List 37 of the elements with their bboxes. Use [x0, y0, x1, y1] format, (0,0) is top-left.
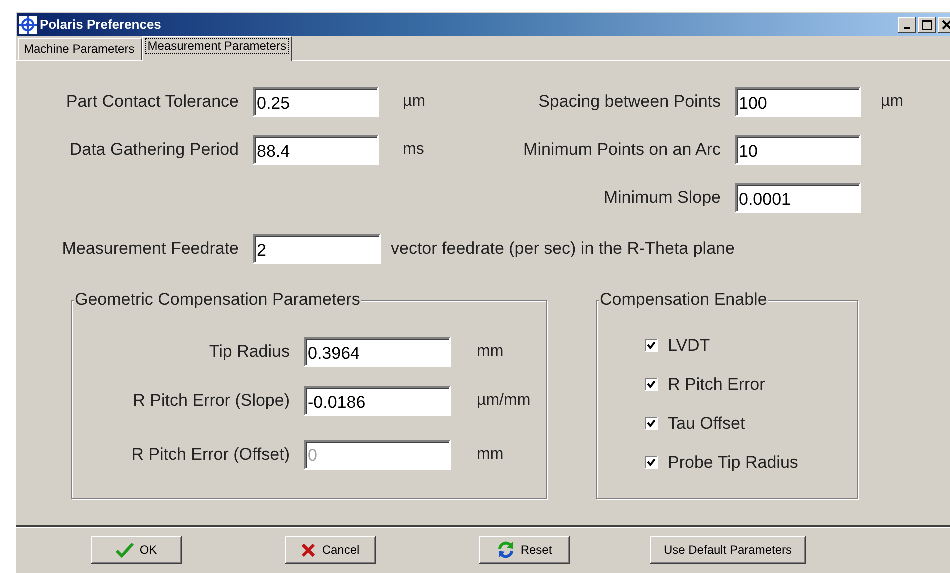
field-label: R Pitch Error (Slope)	[132, 391, 291, 411]
input-field[interactable]: 88.4	[253, 135, 379, 165]
default-button[interactable]: Use Default Parameters	[650, 536, 806, 564]
group-title: Geometric Compensation Parameters	[74, 290, 362, 310]
checkbox-label: LVDT	[668, 336, 710, 356]
cancel-button[interactable]: Cancel	[285, 536, 376, 564]
checkbox-label: Probe Tip Radius	[668, 452, 798, 472]
window-title: Polaris Preferences	[40, 17, 162, 32]
field-label: Minimum Slope	[602, 188, 722, 208]
unit-label: µm	[880, 93, 905, 111]
unit-label: µm/mm	[476, 392, 532, 410]
tab[interactable]: Measurement Parameters	[142, 36, 292, 61]
field-label: Minimum Points on an Arc	[522, 140, 722, 160]
input-field[interactable]: 10	[735, 135, 861, 165]
field-label: R Pitch Error (Offset)	[130, 444, 291, 464]
group-title: Compensation Enable	[599, 290, 768, 310]
tab[interactable]: Machine Parameters	[18, 38, 142, 60]
input-field[interactable]: 100	[735, 87, 861, 117]
field-note: vector feedrate (per sec) in the R-Theta plane	[391, 239, 735, 259]
input-field[interactable]: -0.0186	[304, 386, 451, 416]
input-field[interactable]: 0.0001	[735, 183, 861, 213]
field-label: Spacing between Points	[538, 92, 722, 112]
field-label: Measurement Feedrate	[61, 239, 240, 259]
input-field[interactable]: 0.25	[253, 87, 379, 117]
unit-label: ms	[402, 141, 426, 159]
input-field[interactable]: 2	[253, 234, 381, 264]
unit-label: mm	[476, 343, 505, 361]
field-label: Data Gathering Period	[68, 140, 240, 160]
checkbox-label: Tau Offset	[668, 414, 746, 434]
reset-button[interactable]: Reset	[479, 536, 570, 564]
checkbox-label: R Pitch Error	[668, 374, 766, 394]
field-label: Tip Radius	[208, 342, 291, 362]
unit-label: µm	[402, 93, 427, 111]
input-field[interactable]: 0.3964	[304, 337, 451, 367]
unit-label: mm	[476, 446, 505, 464]
field-label: Part Contact Tolerance	[65, 92, 240, 112]
ok-button[interactable]: OK	[91, 536, 182, 564]
